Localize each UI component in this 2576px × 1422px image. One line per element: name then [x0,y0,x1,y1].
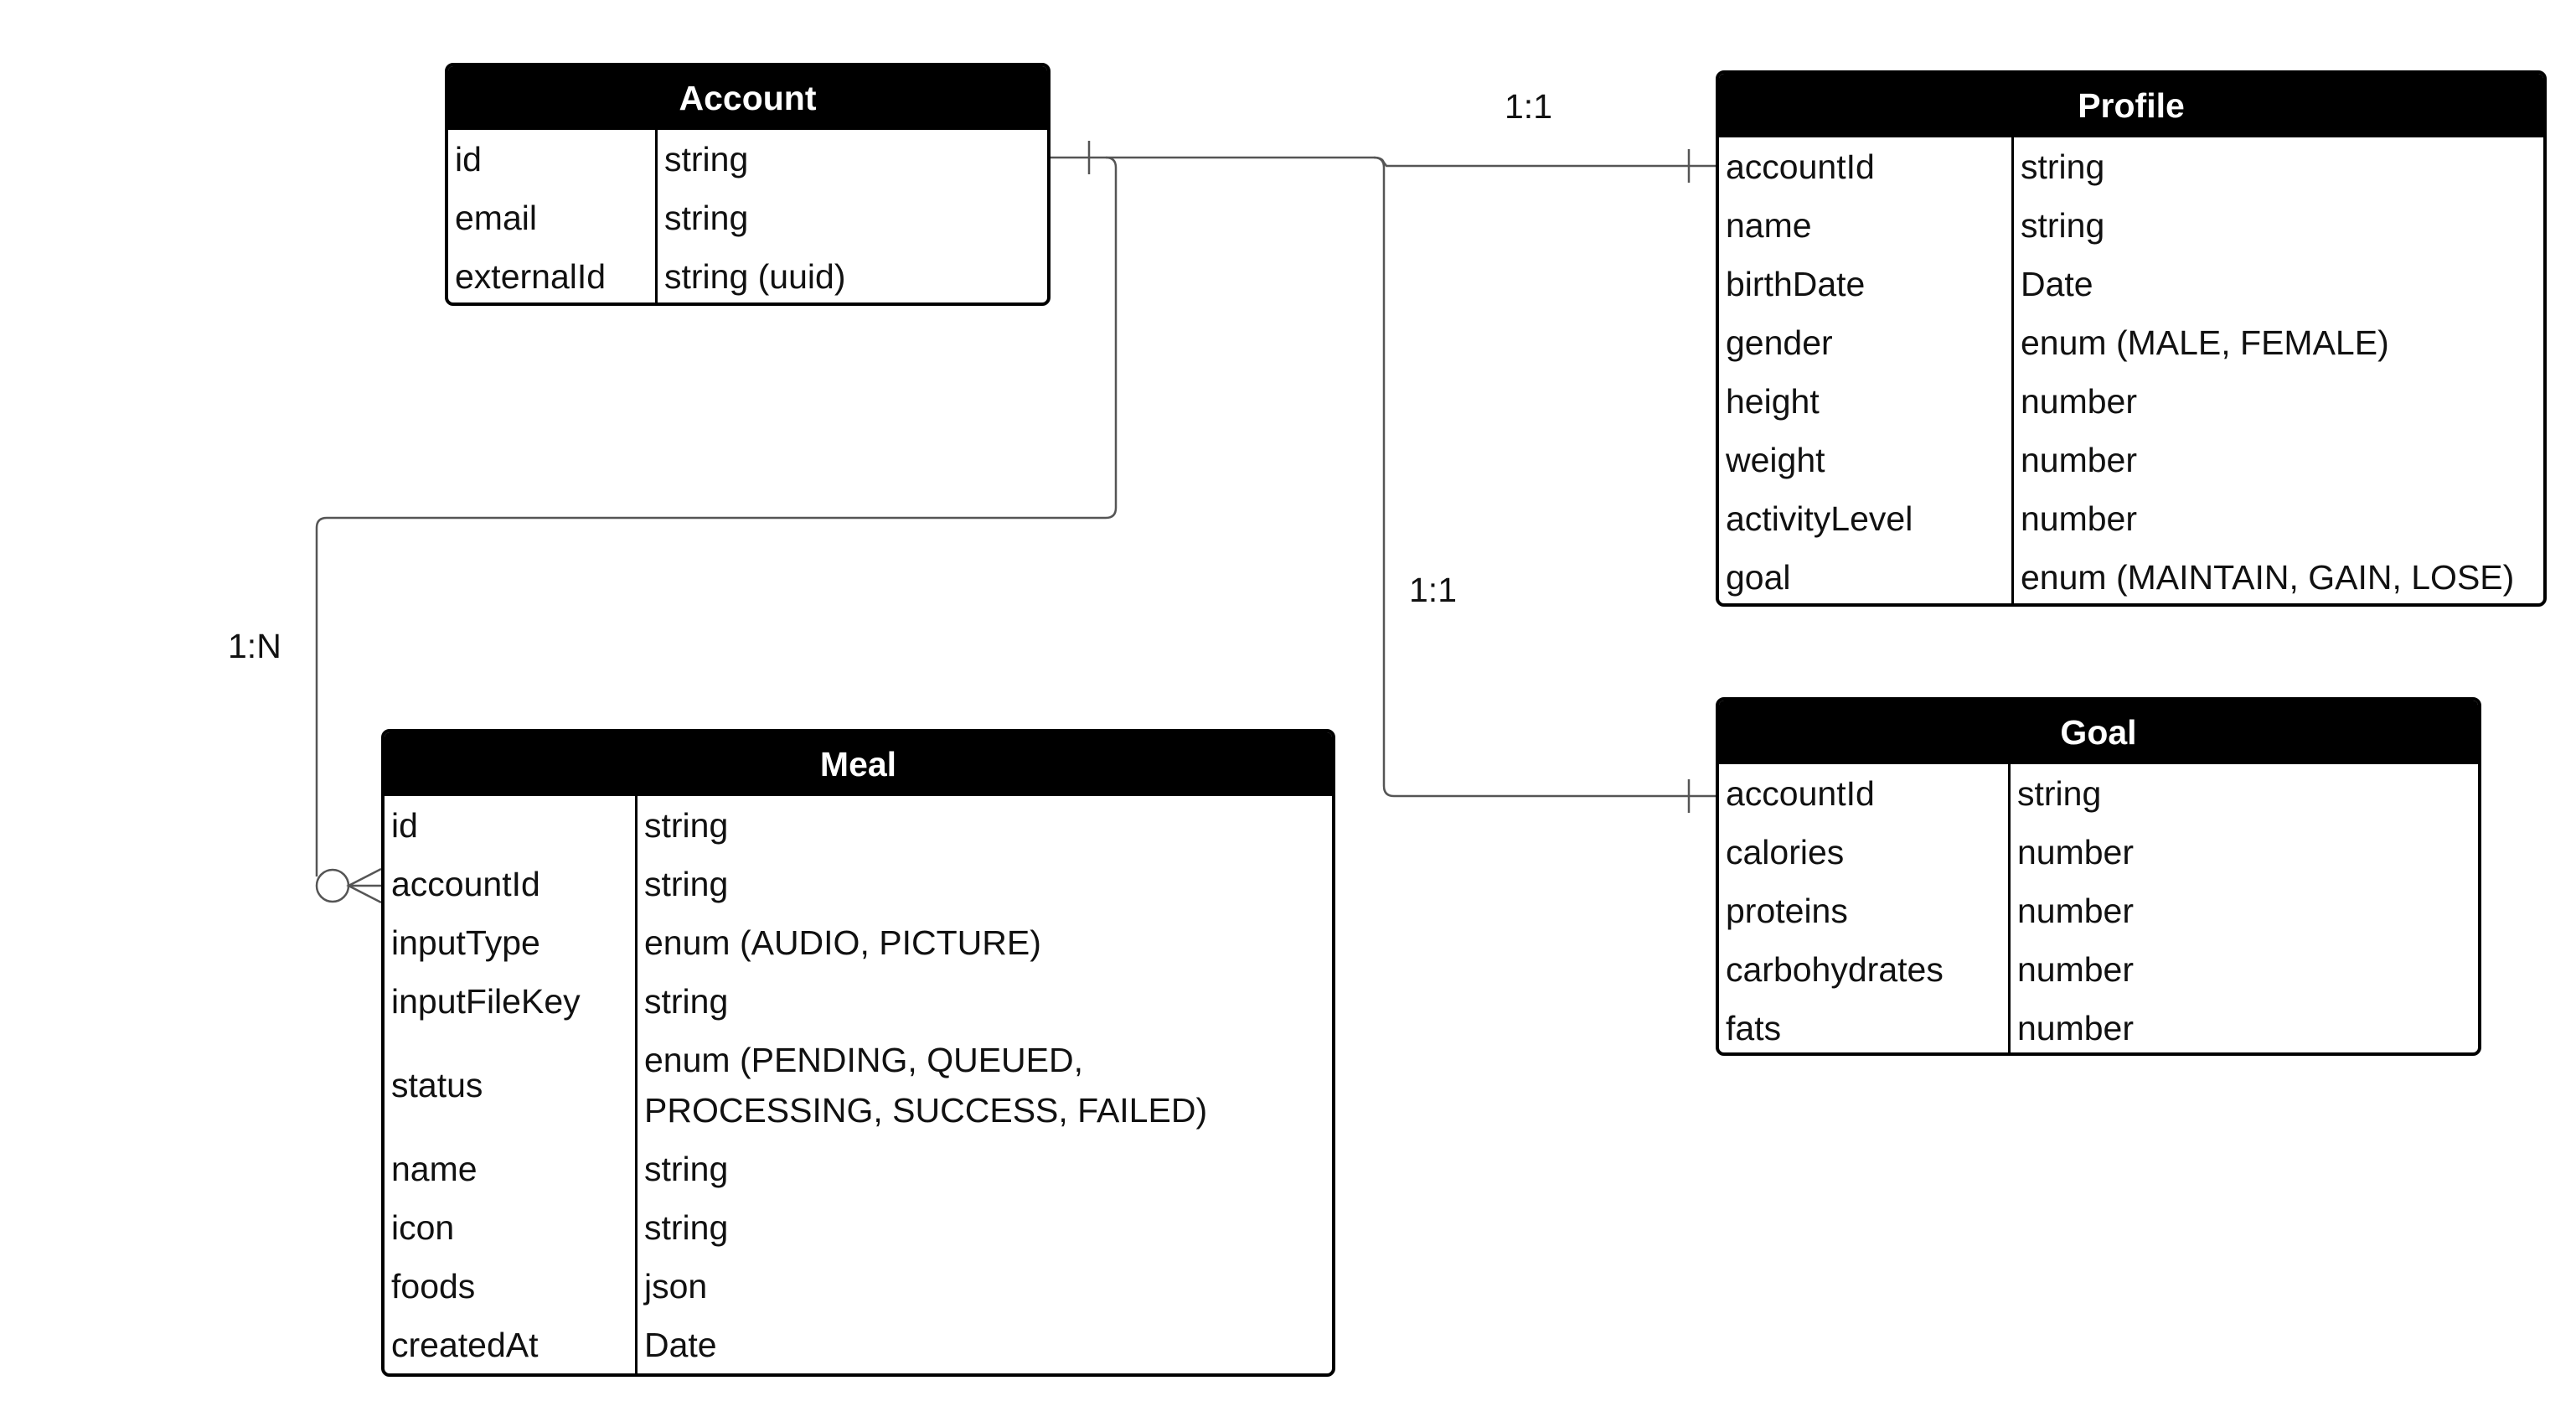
field-type: string [644,1150,729,1188]
field-type: json [644,1267,708,1306]
field-name: id [391,806,418,845]
field-type: number [2017,1009,2135,1047]
entity-meal[interactable]: Meal id string accountId string inputTyp… [381,729,1335,1377]
entity-account[interactable]: Account id string email string externalI… [445,63,1051,306]
field-row: proteins number [1719,882,2478,940]
field-row: accountId string [1719,137,2543,196]
field-type: string [644,806,729,845]
field-row: weight number [1719,431,2543,489]
field-row: email string [448,189,1047,247]
field-name: fats [1726,1009,1782,1047]
field-type: number [2017,892,2135,930]
field-row: carbohydrates number [1719,940,2478,999]
entity-fields: accountId string name string birthDate D… [1719,137,2543,603]
field-type: number [2021,441,2138,479]
zero-marker-meal [315,868,350,903]
connector-account-profile [1051,156,1716,168]
field-type: number [2017,950,2135,989]
field-row: name string [385,1140,1332,1198]
field-row: height number [1719,372,2543,431]
entity-title: Meal [385,732,1332,796]
field-type: string [664,140,749,178]
entity-profile[interactable]: Profile accountId string name string bir… [1716,70,2547,607]
entity-fields: id string accountId string inputType enu… [385,796,1332,1373]
field-type: string [2021,147,2105,186]
field-name: inputType [391,923,540,962]
field-row: birthDate Date [1719,255,2543,313]
field-row: inputType enum (AUDIO, PICTURE) [385,913,1332,972]
entity-goal[interactable]: Goal accountId string calories number pr… [1716,697,2481,1056]
field-type: Date [644,1326,717,1364]
entity-title: Profile [1719,74,2543,137]
field-name: foods [391,1267,476,1306]
field-name: status [391,1066,483,1104]
crowfoot-marker-meal [346,867,382,904]
field-row: icon string [385,1198,1332,1257]
field-name: inputFileKey [391,982,581,1021]
field-name: externalId [455,257,607,296]
field-name: accountId [1726,774,1875,813]
entity-title: Account [448,66,1047,130]
field-type: string (uuid) [664,257,846,296]
connector-account-goal [1373,156,1716,798]
field-name: activityLevel [1726,499,1913,538]
field-type: number [2021,382,2138,421]
field-row: createdAt Date [385,1316,1332,1373]
field-type: number [2021,499,2138,538]
field-name: id [455,140,482,178]
field-row: fats number [1719,999,2478,1052]
field-name: name [391,1150,478,1188]
field-type: string [2021,206,2105,245]
field-row: activityLevel number [1719,489,2543,548]
entity-fields: id string email string externalId string… [448,130,1047,302]
field-type: enum (MALE, FEMALE) [2021,323,2389,362]
field-row: foods json [385,1257,1332,1316]
field-type: Date [2021,265,2093,303]
field-type: enum (PENDING, QUEUED, PROCESSING, SUCCE… [644,1041,1208,1130]
field-name: icon [391,1208,455,1247]
field-row: gender enum (MALE, FEMALE) [1719,313,2543,372]
entity-title: Goal [1719,701,2478,764]
field-name: proteins [1726,892,1848,930]
cardinality-label-account-goal: 1:1 [1409,571,1457,609]
field-name: accountId [1726,147,1875,186]
field-name: weight [1726,441,1825,479]
field-row: name string [1719,196,2543,255]
field-type: enum (MAINTAIN, GAIN, LOSE) [2021,558,2515,597]
field-name: name [1726,206,1812,245]
entity-fields: accountId string calories number protein… [1719,764,2478,1052]
field-name: height [1726,382,1820,421]
field-type: number [2017,833,2135,871]
field-type: string [644,865,729,903]
field-row: inputFileKey string [385,972,1332,1031]
field-name: birthDate [1726,265,1866,303]
field-row: id string [448,130,1047,189]
field-name: calories [1726,833,1845,871]
cardinality-label-account-profile: 1:1 [1505,87,1552,126]
field-type: enum (AUDIO, PICTURE) [644,923,1041,962]
field-type: string [664,199,749,237]
field-row: externalId string (uuid) [448,247,1047,302]
field-type: string [644,1208,729,1247]
field-row: goal enum (MAINTAIN, GAIN, LOSE) [1719,548,2543,603]
field-row: status enum (PENDING, QUEUED, PROCESSING… [385,1031,1332,1140]
cardinality-label-account-meal: 1:N [228,627,281,665]
field-name: accountId [391,865,540,903]
field-row: accountId string [385,855,1332,913]
field-type: string [644,982,729,1021]
field-name: goal [1726,558,1791,597]
field-row: calories number [1719,823,2478,882]
field-row: accountId string [1719,764,2478,823]
field-type: string [2017,774,2102,813]
field-name: createdAt [391,1326,539,1364]
field-name: email [455,199,537,237]
field-name: gender [1726,323,1833,362]
field-row: id string [385,796,1332,855]
field-name: carbohydrates [1726,950,1944,989]
